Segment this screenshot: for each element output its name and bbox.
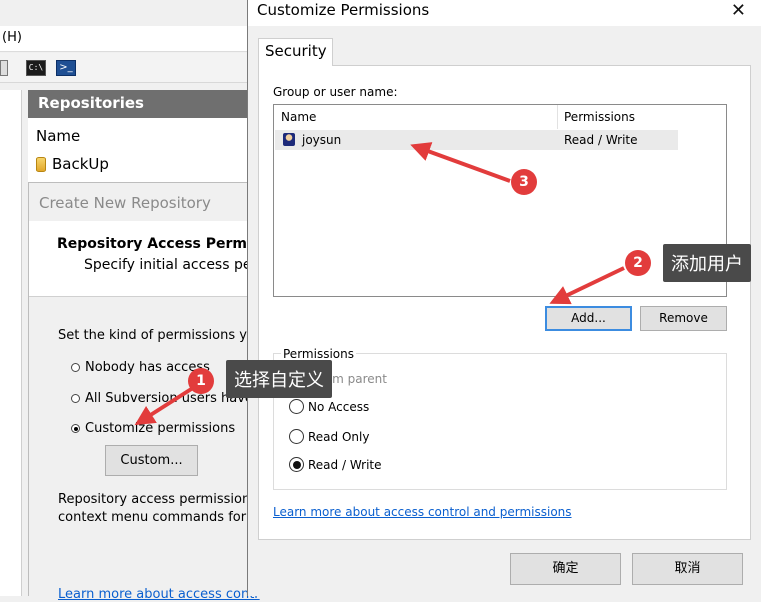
annotation-badge-1: 1 xyxy=(188,368,214,394)
column-header-name[interactable]: Name xyxy=(36,127,80,145)
radio-no-access[interactable]: No Access xyxy=(289,399,369,414)
permissions-legend: Permissions xyxy=(281,347,356,361)
description-line-2: context menu commands for the xyxy=(58,510,272,525)
customize-permissions-dialog: Customize Permissions ✕ Group or user na… xyxy=(247,0,761,596)
toolbar-edge-icon[interactable] xyxy=(0,60,8,76)
create-dialog-heading: Repository Access Permis xyxy=(57,236,261,252)
radio-button-icon xyxy=(289,429,304,444)
command-prompt-icon[interactable]: C:\ xyxy=(26,60,46,76)
create-dialog-subheading: Specify initial access per xyxy=(84,257,258,273)
annotation-callout-1: 选择自定义 xyxy=(226,360,332,398)
radio-read-only[interactable]: Read Only xyxy=(289,429,369,444)
permission-kind-label: Set the kind of permissions you w xyxy=(58,328,278,343)
repositories-header: Repositories xyxy=(28,90,248,118)
tab-security[interactable]: Security xyxy=(258,38,333,66)
tree-pane xyxy=(0,90,22,596)
menu-bar: (H) xyxy=(0,26,248,52)
radio-button-icon xyxy=(71,363,80,372)
custom-button[interactable]: Custom... xyxy=(105,445,198,476)
radio-selected-icon xyxy=(71,424,80,433)
toolbar: C:\ >_ xyxy=(0,53,248,83)
radio-label: Read / Write xyxy=(308,457,382,472)
user-icon xyxy=(283,133,295,146)
menu-help[interactable]: (H) xyxy=(2,30,22,45)
remove-button[interactable]: Remove xyxy=(640,306,727,331)
column-header-permissions[interactable]: Permissions xyxy=(558,105,678,129)
radio-label: No Access xyxy=(308,399,370,414)
cancel-button[interactable]: 取消 xyxy=(632,553,743,585)
radio-label: Read Only xyxy=(308,429,370,444)
ok-button[interactable]: 确定 xyxy=(510,553,621,585)
annotation-badge-3: 3 xyxy=(511,169,537,195)
repository-list: Name BackUp xyxy=(28,118,248,182)
annotation-badge-2: 2 xyxy=(625,250,651,276)
create-repository-dialog: Create New Repository Repository Access … xyxy=(28,182,278,602)
radio-nobody-access[interactable]: Nobody has access xyxy=(71,360,210,375)
user-permission: Read / Write xyxy=(564,133,638,147)
radio-button-icon xyxy=(289,399,304,414)
user-name: joysun xyxy=(302,133,342,147)
learn-more-link-bg[interactable]: Learn more about access contr xyxy=(58,587,260,602)
group-user-label: Group or user name: xyxy=(273,85,398,99)
create-dialog-banner: Repository Access Permis Specify initial… xyxy=(29,221,260,297)
close-icon[interactable]: ✕ xyxy=(731,0,746,22)
radio-read-write[interactable]: Read / Write xyxy=(289,457,382,472)
column-header-name[interactable]: Name xyxy=(274,105,558,129)
user-row[interactable]: joysun Read / Write xyxy=(275,130,678,150)
radio-selected-icon xyxy=(289,457,304,472)
database-icon xyxy=(36,156,46,172)
powershell-icon[interactable]: >_ xyxy=(56,60,76,76)
description-line-1: Repository access permissions c xyxy=(58,492,269,507)
create-dialog-title: Create New Repository xyxy=(39,194,211,212)
learn-more-link[interactable]: Learn more about access control and perm… xyxy=(273,505,572,519)
add-button[interactable]: Add... xyxy=(545,306,632,331)
radio-label: Customize permissions xyxy=(85,421,236,436)
repository-item-label: BackUp xyxy=(52,155,109,173)
security-tab-page: Group or user name: Name Permissions joy… xyxy=(258,65,751,540)
annotation-callout-2: 添加用户 xyxy=(663,244,751,282)
dialog-title-bar: Customize Permissions ✕ xyxy=(248,0,761,26)
repository-item[interactable]: BackUp xyxy=(36,155,109,173)
dialog-title: Customize Permissions xyxy=(257,1,430,19)
user-list[interactable]: Name Permissions joysun Read / Write xyxy=(273,104,727,297)
radio-customize[interactable]: Customize permissions xyxy=(71,421,235,436)
radio-button-icon xyxy=(71,394,80,403)
